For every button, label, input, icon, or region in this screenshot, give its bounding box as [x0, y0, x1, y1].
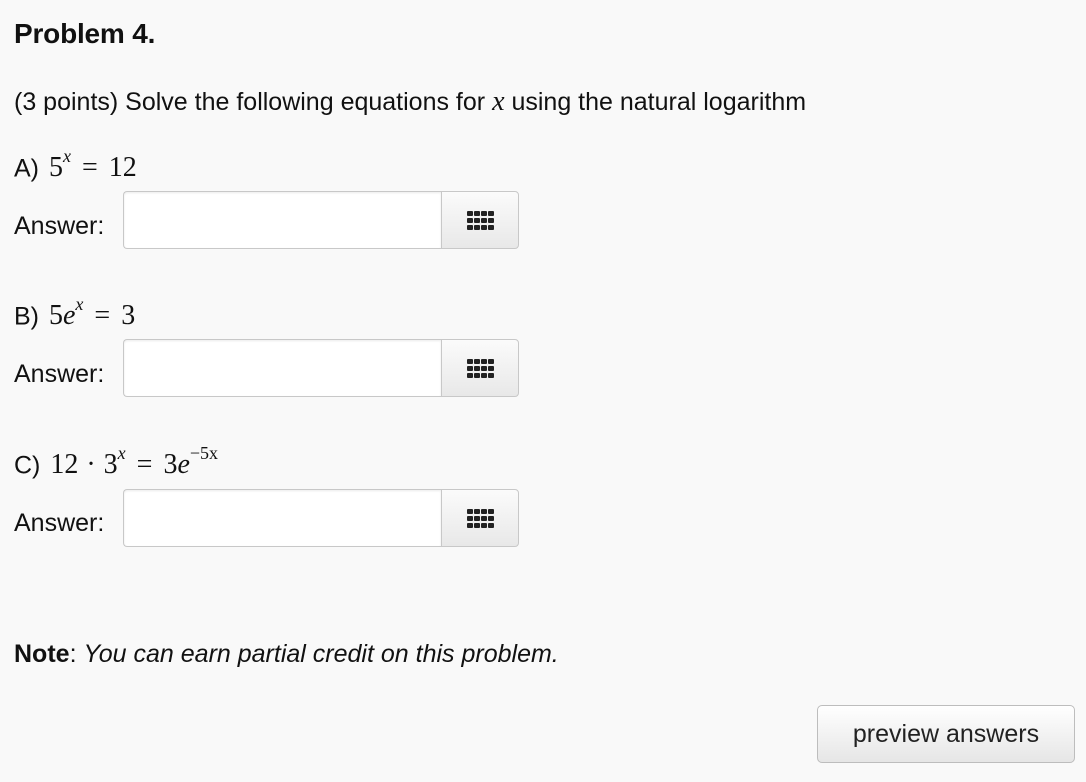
part-c-label: C)	[14, 451, 41, 480]
part-a-answer-group	[123, 191, 519, 249]
part-a-math: 5x = 12	[48, 146, 137, 184]
part-b-base: e	[62, 300, 76, 332]
part-a-exponent: x	[62, 146, 71, 166]
part-c-answer-label: Answer:	[14, 509, 105, 537]
part-c-rhs-coef: 3	[163, 449, 178, 481]
problem-page: Problem 4. (3 points) Solve the followin…	[0, 0, 1086, 782]
part-a-equation: A) 5x = 12	[14, 146, 137, 184]
part-b-answer-input[interactable]	[123, 339, 441, 397]
note-colon: :	[69, 640, 77, 668]
instructions-variable: x	[492, 86, 505, 117]
part-c-equation-editor-button[interactable]	[441, 489, 519, 547]
part-c-answer-group	[123, 489, 519, 547]
part-b-answer-label: Answer:	[14, 360, 105, 388]
part-b-equation-editor-button[interactable]	[441, 339, 519, 397]
part-c-coef: 12	[50, 449, 79, 481]
part-a-answer-input[interactable]	[123, 191, 441, 249]
part-b-equation: B) 5ex = 3	[14, 294, 136, 332]
equation-editor-grid-icon	[466, 210, 494, 230]
part-b-answer-group	[123, 339, 519, 397]
preview-answers-button[interactable]: preview answers	[817, 705, 1075, 763]
part-a-equals: =	[81, 152, 98, 184]
problem-title: Problem 4.	[14, 18, 156, 49]
part-a-equation-editor-button[interactable]	[441, 191, 519, 249]
instructions-prefix: (3 points) Solve the following equations…	[14, 88, 486, 116]
note-label: Note	[14, 640, 70, 668]
part-b-rhs: 3	[121, 300, 136, 332]
part-c-rhs-base: e	[177, 449, 190, 481]
part-b-label: B)	[14, 302, 39, 331]
part-c-equals: =	[136, 449, 153, 481]
instructions-suffix: using the natural logarithm	[511, 88, 807, 116]
part-a-rhs: 12	[108, 152, 137, 184]
problem-instructions: (3 points) Solve the following equations…	[14, 86, 806, 118]
partial-credit-note: Note: You can earn partial credit on thi…	[14, 640, 559, 669]
part-c-answer-input[interactable]	[123, 489, 441, 547]
equation-editor-grid-icon	[466, 508, 494, 528]
note-text: You can earn partial credit on this prob…	[83, 640, 559, 668]
part-b-equals: =	[94, 300, 111, 332]
part-a-answer-label: Answer:	[14, 212, 105, 240]
part-b-coef: 5	[48, 300, 63, 332]
part-b-math: 5ex = 3	[48, 294, 136, 332]
part-c-math: 12 · 3x = 3e−5x	[50, 443, 218, 481]
part-c-dot: ·	[86, 449, 96, 481]
part-c-equation: C) 12 · 3x = 3e−5x	[14, 443, 218, 481]
part-a-base: 5	[48, 152, 63, 184]
part-a-label: A)	[14, 154, 39, 183]
part-c-exponent: x	[117, 443, 126, 463]
part-b-exponent: x	[75, 294, 84, 314]
part-c-rhs-exponent: −5x	[189, 443, 219, 463]
part-c-base: 3	[103, 449, 118, 481]
equation-editor-grid-icon	[466, 358, 494, 378]
